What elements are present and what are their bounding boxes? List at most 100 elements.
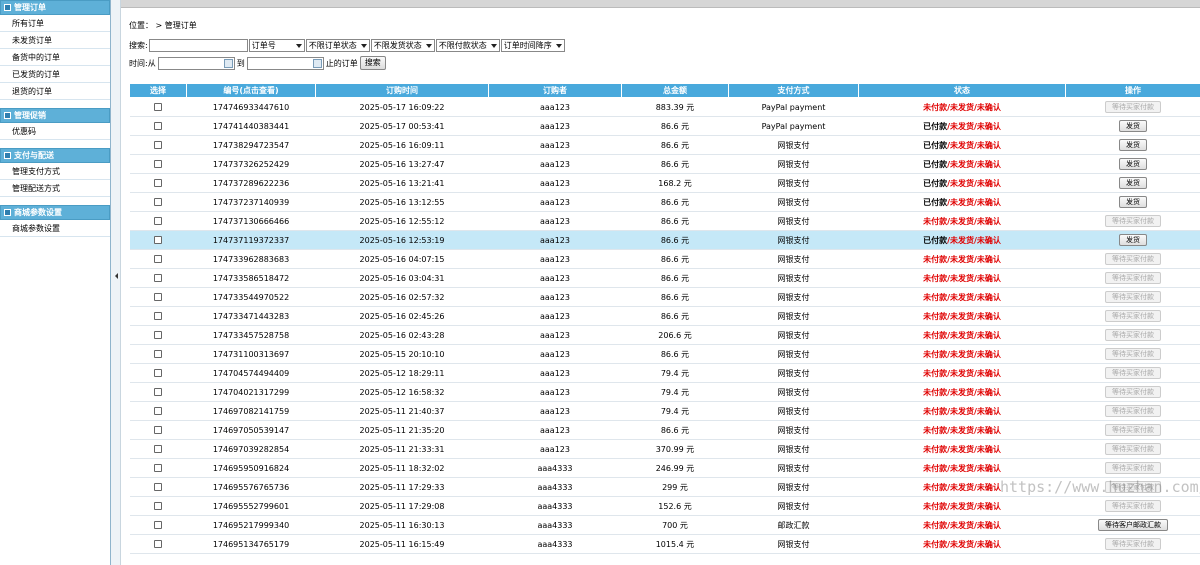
order-id-link[interactable]: 174704574494409 <box>186 363 316 383</box>
row-checkbox[interactable] <box>154 445 162 453</box>
sidebar-item[interactable]: 备货中的订单 <box>0 49 110 66</box>
date-from-input[interactable] <box>157 56 235 70</box>
row-checkbox[interactable] <box>154 521 162 529</box>
awaiting-payment-button[interactable]: 等待买家付款 <box>1105 500 1161 512</box>
sidebar-item[interactable]: 优惠码 <box>0 123 110 140</box>
order-id-link[interactable]: 174731100313697 <box>186 344 316 364</box>
sidebar-item[interactable]: 管理支付方式 <box>0 163 110 180</box>
table-row[interactable]: 174695552799601 2025-05-11 17:29:08 aaa433… <box>129 496 1200 516</box>
order-id-link[interactable]: 174737119372337 <box>186 230 316 250</box>
table-row[interactable]: 174737326252429 2025-05-16 13:27:47 aaa123… <box>129 154 1200 174</box>
table-row[interactable]: 174695950916824 2025-05-11 18:32:02 aaa433… <box>129 458 1200 478</box>
row-checkbox[interactable] <box>154 483 162 491</box>
search-button[interactable]: 搜索 <box>359 56 386 70</box>
row-checkbox[interactable] <box>154 179 162 187</box>
row-checkbox[interactable] <box>154 160 162 168</box>
sidebar-item[interactable]: 未发货订单 <box>0 32 110 49</box>
table-row[interactable]: 174704021317299 2025-05-12 16:58:32 aaa123… <box>129 382 1200 402</box>
ship-button[interactable]: 发货 <box>1119 139 1147 151</box>
awaiting-payment-button[interactable]: 等待买家付款 <box>1105 101 1161 113</box>
ship-status-select[interactable]: 不限发货状态 <box>370 39 435 52</box>
row-checkbox[interactable] <box>154 369 162 377</box>
ship-button[interactable]: 发货 <box>1119 196 1147 208</box>
ship-button[interactable]: 发货 <box>1119 177 1147 189</box>
awaiting-payment-button[interactable]: 等待买家付款 <box>1105 462 1161 474</box>
order-id-link[interactable]: 174697050539147 <box>186 420 316 440</box>
table-row[interactable]: 174704574494409 2025-05-12 18:29:11 aaa123… <box>129 363 1200 383</box>
row-checkbox[interactable] <box>154 331 162 339</box>
table-row[interactable]: 174733962883683 2025-05-16 04:07:15 aaa123… <box>129 249 1200 269</box>
order-id-link[interactable]: 174704021317299 <box>186 382 316 402</box>
order-id-link[interactable]: 174737237140939 <box>186 192 316 212</box>
calendar-icon[interactable] <box>312 58 322 68</box>
awaiting-payment-button[interactable]: 等待买家付款 <box>1105 215 1161 227</box>
order-id-link[interactable]: 174697039282854 <box>186 439 316 459</box>
table-row[interactable]: 174733457528758 2025-05-16 02:43:28 aaa123… <box>129 325 1200 345</box>
order-id-link[interactable]: 174733962883683 <box>186 249 316 269</box>
order-id-link[interactable]: 174733544970522 <box>186 287 316 307</box>
sidebar-section-title[interactable]: 商城参数设置 <box>0 205 110 220</box>
awaiting-payment-button[interactable]: 等待买家付款 <box>1105 424 1161 436</box>
order-id-link[interactable]: 174695950916824 <box>186 458 316 478</box>
table-row[interactable]: 174695134765179 2025-05-11 16:15:49 aaa433… <box>129 534 1200 554</box>
awaiting-payment-button[interactable]: 等待买家付款 <box>1105 348 1161 360</box>
table-row[interactable]: 174733586518472 2025-05-16 03:04:31 aaa123… <box>129 268 1200 288</box>
table-row[interactable]: 174733544970522 2025-05-16 02:57:32 aaa123… <box>129 287 1200 307</box>
sort-select[interactable]: 订单时间降序 <box>500 39 565 52</box>
awaiting-payment-button[interactable]: 等待买家付款 <box>1105 405 1161 417</box>
row-checkbox[interactable] <box>154 274 162 282</box>
order-id-link[interactable]: 174695217999340 <box>186 515 316 535</box>
row-checkbox[interactable] <box>154 103 162 111</box>
search-input[interactable] <box>148 39 248 52</box>
table-row[interactable]: 174695217999340 2025-05-11 16:30:13 aaa433… <box>129 515 1200 535</box>
sidebar-section-title[interactable]: 支付与配送 <box>0 148 110 163</box>
row-checkbox[interactable] <box>154 122 162 130</box>
sidebar-section-title[interactable]: 管理订单 <box>0 0 110 15</box>
sidebar-item[interactable]: 退货的订单 <box>0 83 110 100</box>
order-id-link[interactable]: 174733457528758 <box>186 325 316 345</box>
row-checkbox[interactable] <box>154 464 162 472</box>
row-checkbox[interactable] <box>154 255 162 263</box>
awaiting-payment-button[interactable]: 等待买家付款 <box>1105 272 1161 284</box>
table-row[interactable]: 174731100313697 2025-05-15 20:10:10 aaa123… <box>129 344 1200 364</box>
awaiting-payment-button[interactable]: 等待买家付款 <box>1105 538 1161 550</box>
row-checkbox[interactable] <box>154 502 162 510</box>
table-row[interactable]: 174737119372337 2025-05-16 12:53:19 aaa123… <box>129 230 1200 250</box>
date-to-input[interactable] <box>246 56 324 70</box>
sidebar-item[interactable]: 管理配送方式 <box>0 180 110 197</box>
awaiting-payment-button[interactable]: 等待客户邮政汇款 <box>1098 519 1168 531</box>
order-id-link[interactable]: 174695134765179 <box>186 534 316 554</box>
field-select[interactable]: 订单号 <box>248 39 305 52</box>
awaiting-payment-button[interactable]: 等待买家付款 <box>1105 310 1161 322</box>
order-id-link[interactable]: 174697082141759 <box>186 401 316 421</box>
ship-button[interactable]: 发货 <box>1119 234 1147 246</box>
awaiting-payment-button[interactable]: 等待买家付款 <box>1105 443 1161 455</box>
ship-button[interactable]: 发货 <box>1119 158 1147 170</box>
row-checkbox[interactable] <box>154 312 162 320</box>
row-checkbox[interactable] <box>154 293 162 301</box>
awaiting-payment-button[interactable]: 等待买家付款 <box>1105 291 1161 303</box>
row-checkbox[interactable] <box>154 236 162 244</box>
order-id-link[interactable]: 174746933447610 <box>186 97 316 117</box>
row-checkbox[interactable] <box>154 426 162 434</box>
pay-status-select[interactable]: 不限付款状态 <box>435 39 500 52</box>
row-checkbox[interactable] <box>154 198 162 206</box>
sidebar-item[interactable]: 所有订单 <box>0 15 110 32</box>
row-checkbox[interactable] <box>154 388 162 396</box>
awaiting-payment-button[interactable]: 等待买家付款 <box>1105 386 1161 398</box>
order-id-link[interactable]: 174737130666466 <box>186 211 316 231</box>
calendar-icon[interactable] <box>223 58 233 68</box>
sidebar-item[interactable]: 已发货的订单 <box>0 66 110 83</box>
awaiting-payment-button[interactable]: 等待买家付款 <box>1105 253 1161 265</box>
order-id-link[interactable]: 174737289622236 <box>186 173 316 193</box>
table-row[interactable]: 174737237140939 2025-05-16 13:12:55 aaa123… <box>129 192 1200 212</box>
row-checkbox[interactable] <box>154 141 162 149</box>
order-status-select[interactable]: 不限订单状态 <box>305 39 370 52</box>
sidebar-splitter[interactable] <box>111 0 121 565</box>
row-checkbox[interactable] <box>154 407 162 415</box>
order-id-link[interactable]: 174733586518472 <box>186 268 316 288</box>
table-row[interactable]: 174697050539147 2025-05-11 21:35:20 aaa123… <box>129 420 1200 440</box>
table-row[interactable]: 174737289622236 2025-05-16 13:21:41 aaa123… <box>129 173 1200 193</box>
table-row[interactable]: 174697039282854 2025-05-11 21:33:31 aaa123… <box>129 439 1200 459</box>
row-checkbox[interactable] <box>154 217 162 225</box>
